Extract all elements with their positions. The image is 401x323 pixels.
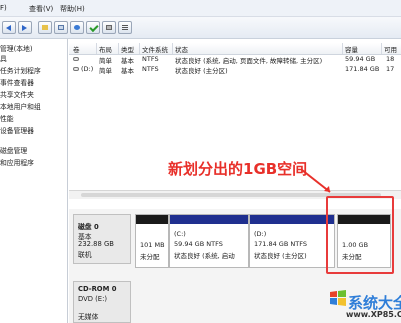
col-free[interactable]: 可用 [384, 44, 397, 54]
cell-layout: 简单 [99, 57, 112, 65]
disk-icon [106, 25, 112, 30]
partition-color-bar [136, 215, 168, 224]
tree-item-local-users[interactable]: 本地用户和组 [0, 101, 41, 111]
partition-size: 101 MB [140, 241, 165, 249]
partition-c[interactable]: (C:) 59.94 GB NTFS 状态良好 (系统, 启动 [169, 214, 249, 268]
cell-free: 17 [386, 65, 395, 73]
partition-label: (D:) [254, 230, 267, 238]
col-type[interactable]: 类型 [121, 44, 134, 54]
volume-icon [73, 57, 79, 61]
tree-item-disk-management[interactable]: 磁盘管理 [0, 145, 27, 155]
partition-status: 状态良好 (主分区) [254, 252, 307, 260]
cell-status: 状态良好 (系统, 启动, 页面文件, 故障转储, 主分区) [175, 57, 323, 65]
col-status[interactable]: 状态 [175, 44, 188, 54]
tree-item-performance[interactable]: 性能 [0, 113, 14, 123]
cell-capacity: 59.94 GB [345, 55, 376, 63]
col-separator [172, 43, 173, 54]
tree-item-event-viewer[interactable]: 事件查看器 [0, 77, 34, 87]
windows-logo-icon [330, 290, 346, 306]
menu-help[interactable]: 帮助(H) [60, 4, 85, 14]
cell-free: 18 [386, 55, 395, 63]
tree-item-task-scheduler[interactable]: 任务计划程序 [0, 65, 41, 75]
list-button[interactable] [118, 21, 132, 34]
cdrom-name: CD-ROM 0 [78, 285, 117, 293]
tree-item-device-manager[interactable]: 设备管理器 [0, 125, 34, 135]
annotation-highlight-box [326, 196, 394, 274]
cdrom-header[interactable]: CD-ROM 0 DVD (E:) 无媒体 [73, 281, 131, 323]
col-separator [139, 43, 140, 54]
folder-icon [42, 25, 48, 30]
help-button[interactable] [70, 21, 84, 34]
volume-list-header: 卷 布局 类型 文件系统 状态 容量 可用 [69, 43, 401, 55]
disk0-size: 232.88 GB [78, 240, 114, 248]
partition-color-bar [170, 215, 248, 224]
col-volume[interactable]: 卷 [73, 44, 80, 54]
list-icon [122, 25, 128, 30]
cell-status: 状态良好 (主分区) [175, 67, 228, 75]
col-filesystem[interactable]: 文件系统 [142, 44, 168, 54]
cell-filesystem: NTFS [142, 65, 159, 73]
volume-row-d[interactable]: (D:) 简单 基本 NTFS 状态良好 (主分区) 171.84 GB 17 [69, 65, 401, 75]
col-separator [96, 43, 97, 54]
watermark-url: www.XP85.COM [346, 310, 401, 319]
col-separator [381, 43, 382, 54]
disk0-state: 联机 [78, 251, 92, 259]
cell-volume: (D:) [81, 65, 94, 73]
menu-bar: F) 查看(V) 帮助(H) [0, 0, 401, 17]
forward-button[interactable] [18, 21, 32, 34]
help-icon [74, 25, 80, 30]
cell-capacity: 171.84 GB [345, 65, 380, 73]
disk0-header[interactable]: 磁盘 0 基本 232.88 GB 联机 [73, 214, 131, 264]
properties-icon [58, 25, 64, 30]
tree-item-computer-management[interactable]: 管理(本地) [0, 43, 33, 53]
partition-color-bar [250, 215, 334, 224]
partition-label: (C:) [174, 230, 186, 238]
col-layout[interactable]: 布局 [99, 44, 112, 54]
volume-row-c[interactable]: 简单 基本 NTFS 状态良好 (系统, 启动, 页面文件, 故障转储, 主分区… [69, 55, 401, 65]
tree-item-shared-folders[interactable]: 共享文件夹 [0, 89, 34, 99]
cell-layout: 简单 [99, 67, 112, 75]
cell-filesystem: NTFS [142, 55, 159, 63]
tree-item-services-apps[interactable]: 和应用程序 [0, 157, 34, 167]
col-separator [342, 43, 343, 54]
col-capacity[interactable]: 容量 [345, 44, 358, 54]
back-icon [6, 25, 11, 31]
menu-file[interactable]: F) [0, 4, 7, 12]
annotation-label: 新划分出的1GB空间 [168, 160, 308, 178]
col-separator [118, 43, 119, 54]
partition-status: 状态良好 (系统, 启动 [174, 252, 235, 260]
partition-status: 未分配 [140, 253, 160, 261]
properties-button[interactable] [54, 21, 68, 34]
check-button[interactable] [86, 21, 100, 34]
cell-type: 基本 [121, 57, 134, 65]
up-button[interactable] [38, 21, 52, 34]
cdrom-drive: DVD (E:) [78, 295, 108, 303]
console-tree: 管理(本地) 具 任务计划程序 事件查看器 共享文件夹 本地用户和组 性能 设备… [0, 39, 68, 323]
cdrom-media: 无媒体 [78, 313, 99, 321]
check-icon [89, 22, 99, 33]
disk-button[interactable] [102, 21, 116, 34]
forward-icon [22, 25, 27, 31]
tree-item-tools[interactable]: 具 [0, 53, 7, 63]
partition-size: 59.94 GB NTFS [174, 240, 223, 248]
disk0-name: 磁盘 0 [78, 223, 99, 231]
menu-view[interactable]: 查看(V) [29, 4, 53, 14]
partition-unallocated-101mb[interactable]: 101 MB 未分配 [135, 214, 169, 268]
volume-icon [73, 67, 79, 71]
toolbar [0, 17, 401, 39]
partition-d[interactable]: (D:) 171.84 GB NTFS 状态良好 (主分区) [249, 214, 335, 268]
back-button[interactable] [2, 21, 16, 34]
partition-size: 171.84 GB NTFS [254, 240, 307, 248]
cell-type: 基本 [121, 67, 134, 75]
